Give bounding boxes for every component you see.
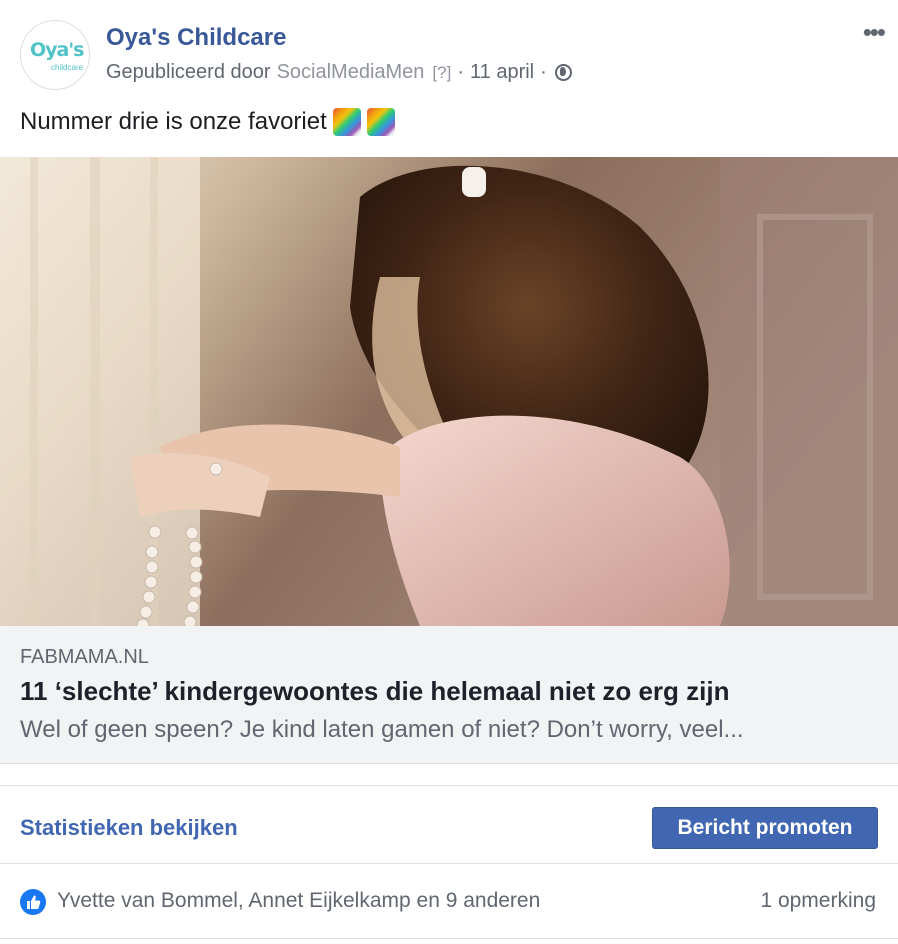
post-header: Oya's childcare Oya's Childcare Gepublic…	[0, 0, 898, 100]
post-meta: Gepubliceerd door SocialMediaMen [?] · 1…	[106, 61, 572, 84]
link-title[interactable]: 11 ‘slechte’ kindergewoontes die helemaa…	[20, 676, 729, 707]
avatar-logo-subtext: childcare	[51, 63, 84, 72]
girl-with-pearls-photo	[0, 157, 898, 626]
rainbow-emoji-icon	[366, 108, 395, 136]
post-message-text: Nummer drie is onze favoriet	[20, 108, 327, 135]
divider	[0, 785, 898, 786]
page-name-link[interactable]: Oya's Childcare	[106, 24, 286, 52]
link-preview[interactable]: FABMAMA.NL 11 ‘slechte’ kindergewoontes …	[0, 626, 898, 764]
link-domain: FABMAMA.NL	[20, 646, 149, 668]
globe-icon[interactable]	[554, 64, 572, 81]
rainbow-emoji-icon	[332, 108, 361, 136]
thumbs-up-icon	[27, 895, 41, 909]
link-preview-image[interactable]	[0, 157, 898, 626]
more-options-icon[interactable]: •••	[863, 19, 886, 45]
reactions-summary[interactable]: Yvette van Bommel, Annet Eijkelkamp en 9…	[57, 889, 540, 913]
meta-separator: ·	[457, 61, 464, 83]
avatar-logo-text: Oya's	[30, 39, 84, 61]
post-message: Nummer drie is onze favoriet	[20, 108, 395, 136]
help-marker[interactable]: [?]	[432, 63, 451, 83]
comments-count-link[interactable]: 1 opmerking	[760, 889, 876, 913]
published-by-label: Gepubliceerd door	[106, 61, 271, 83]
divider	[0, 863, 898, 864]
boost-post-button[interactable]: Bericht promoten	[652, 807, 878, 849]
meta-separator: ·	[540, 61, 547, 83]
post-date-link[interactable]: 11 april	[470, 61, 534, 84]
publisher-link[interactable]: SocialMediaMen	[277, 61, 425, 84]
link-description: Wel of geen speen? Je kind laten gamen o…	[20, 716, 744, 743]
view-insights-link[interactable]: Statistieken bekijken	[20, 815, 238, 841]
divider	[0, 938, 898, 939]
like-reaction-icon[interactable]	[20, 889, 46, 915]
page-avatar[interactable]: Oya's childcare	[20, 20, 90, 90]
